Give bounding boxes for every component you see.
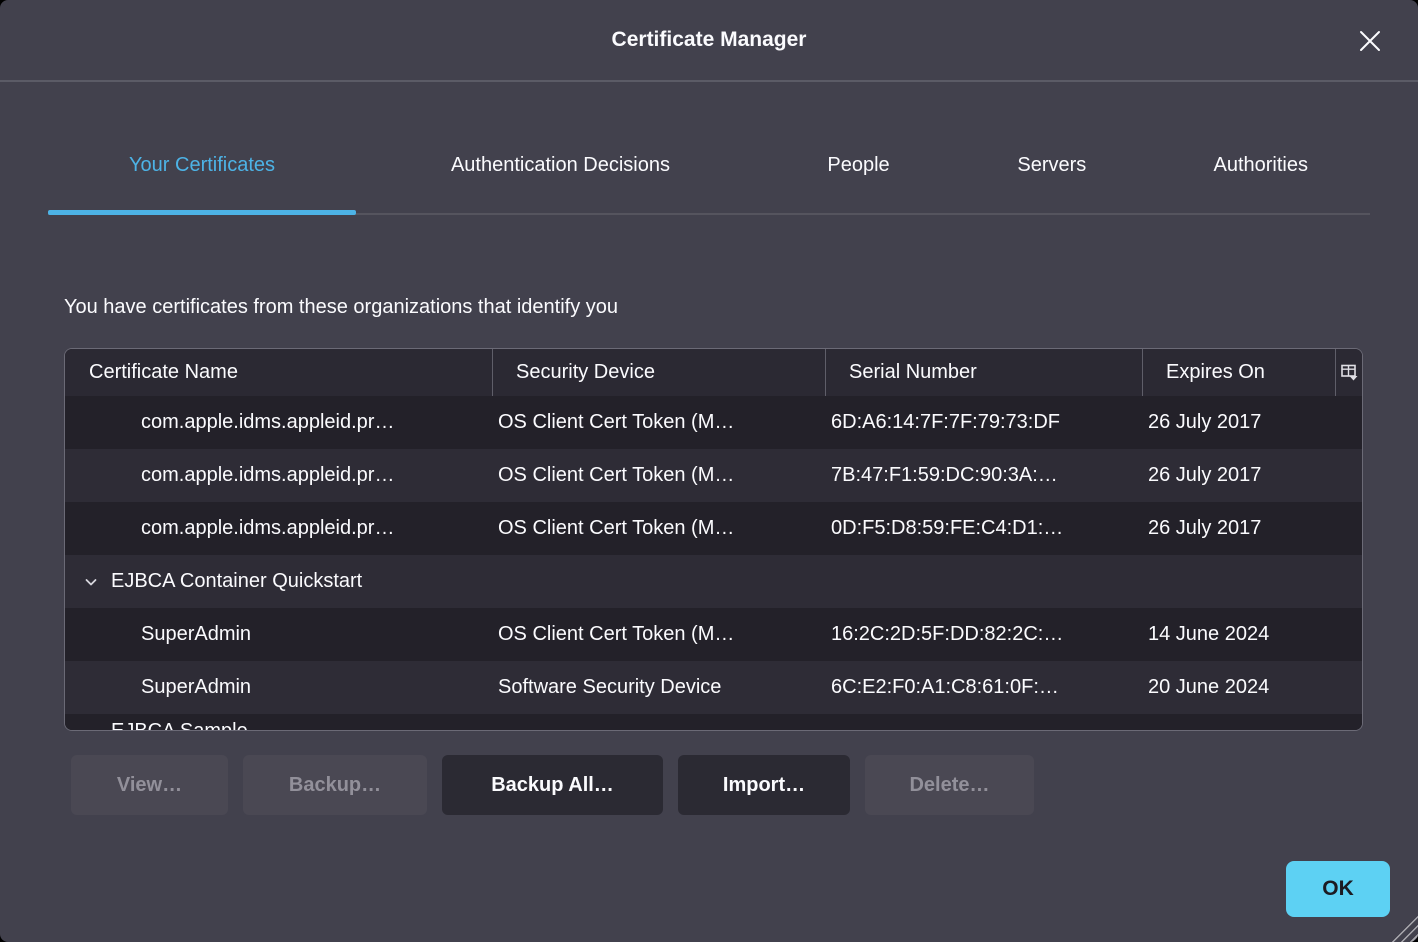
column-header-certificate-name[interactable]: Certificate Name	[65, 349, 493, 396]
table-row[interactable]: com.apple.idms.appleid.pr… OS Client Cer…	[65, 502, 1362, 555]
cell-expires-on: 26 July 2017	[1143, 502, 1336, 555]
tab-label: Your Certificates	[129, 154, 275, 177]
column-header-serial-number[interactable]: Serial Number	[826, 349, 1143, 396]
cell-security-device: OS Client Cert Token (M…	[493, 502, 826, 555]
column-picker-button[interactable]	[1336, 349, 1362, 396]
delete-button[interactable]: Delete…	[865, 755, 1034, 815]
ok-button[interactable]: OK	[1286, 861, 1390, 917]
import-button[interactable]: Import…	[678, 755, 850, 815]
cell-expires-on: 26 July 2017	[1143, 396, 1336, 449]
tab-label: People	[827, 154, 889, 177]
certificate-manager-dialog: Certificate Manager Your Certificates Au…	[0, 0, 1418, 942]
tab-label: Servers	[1017, 154, 1086, 177]
view-button[interactable]: View…	[71, 755, 228, 815]
tab-your-certificates[interactable]: Your Certificates	[48, 82, 356, 213]
column-header-expires-on[interactable]: Expires On	[1143, 349, 1336, 396]
cell-serial-number: 6C:E2:F0:A1:C8:61:0F:…	[826, 661, 1143, 714]
cell-serial-number: 6D:A6:14:7F:7F:79:73:DF	[826, 396, 1143, 449]
tab-label: Authorities	[1214, 154, 1309, 177]
cell-security-device: OS Client Cert Token (M…	[493, 449, 826, 502]
cell-security-device: OS Client Cert Token (M…	[493, 396, 826, 449]
table-group-row-clipped[interactable]: EJBCA Sample	[65, 714, 1362, 730]
table-header-row: Certificate Name Security Device Serial …	[65, 349, 1362, 396]
tab-bar: Your Certificates Authentication Decisio…	[48, 82, 1370, 215]
cell-certificate-name: com.apple.idms.appleid.pr…	[65, 449, 493, 502]
backup-all-button[interactable]: Backup All…	[442, 755, 663, 815]
table-row[interactable]: SuperAdmin Software Security Device 6C:E…	[65, 661, 1362, 714]
column-picker-icon	[1341, 364, 1358, 381]
tab-label: Authentication Decisions	[451, 154, 670, 177]
tab-authorities[interactable]: Authorities	[1152, 82, 1370, 213]
table-group-row[interactable]: EJBCA Container Quickstart	[65, 555, 1362, 608]
dialog-titlebar: Certificate Manager	[0, 0, 1418, 82]
cell-certificate-name: SuperAdmin	[65, 661, 493, 714]
table-row[interactable]: SuperAdmin OS Client Cert Token (M… 16:2…	[65, 608, 1362, 661]
group-label: EJBCA Container Quickstart	[111, 570, 362, 593]
tab-people[interactable]: People	[765, 82, 952, 213]
cell-expires-on: 26 July 2017	[1143, 449, 1336, 502]
tab-servers[interactable]: Servers	[952, 82, 1151, 213]
close-button[interactable]	[1352, 23, 1388, 59]
cell-expires-on: 14 June 2024	[1143, 608, 1336, 661]
chevron-down-icon[interactable]	[83, 574, 99, 590]
action-button-row: View… Backup… Backup All… Import… Delete…	[71, 755, 1418, 815]
column-header-security-device[interactable]: Security Device	[493, 349, 826, 396]
close-icon	[1355, 26, 1385, 56]
cell-serial-number: 0D:F5:D8:59:FE:C4:D1:…	[826, 502, 1143, 555]
cell-serial-number: 16:2C:2D:5F:DD:82:2C:…	[826, 608, 1143, 661]
cell-serial-number: 7B:47:F1:59:DC:90:3A:…	[826, 449, 1143, 502]
tab-authentication-decisions[interactable]: Authentication Decisions	[356, 82, 765, 213]
group-label: EJBCA Sample	[65, 714, 1362, 730]
dialog-title: Certificate Manager	[612, 28, 807, 52]
tab-description: You have certificates from these organiz…	[64, 293, 1370, 321]
cell-security-device: Software Security Device	[493, 661, 826, 714]
table-row[interactable]: com.apple.idms.appleid.pr… OS Client Cer…	[65, 396, 1362, 449]
cell-certificate-name: com.apple.idms.appleid.pr…	[65, 502, 493, 555]
resize-grip[interactable]	[1391, 915, 1418, 942]
cell-security-device: OS Client Cert Token (M…	[493, 608, 826, 661]
certificates-table: Certificate Name Security Device Serial …	[64, 348, 1363, 731]
cell-certificate-name: com.apple.idms.appleid.pr…	[65, 396, 493, 449]
cell-expires-on: 20 June 2024	[1143, 661, 1336, 714]
cell-certificate-name: SuperAdmin	[65, 608, 493, 661]
backup-button[interactable]: Backup…	[243, 755, 427, 815]
table-row[interactable]: com.apple.idms.appleid.pr… OS Client Cer…	[65, 449, 1362, 502]
